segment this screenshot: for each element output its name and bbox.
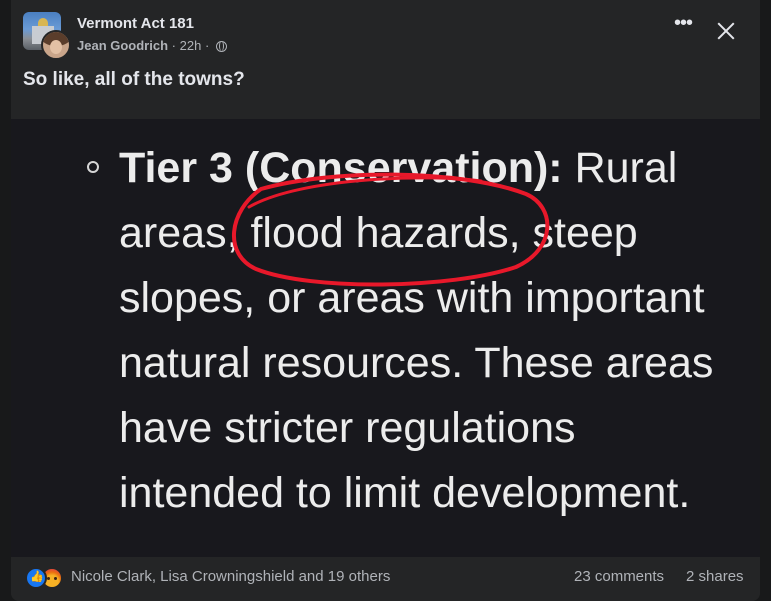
post-meta: Jean Goodrich · 22h · — [77, 38, 227, 53]
reaction-icons[interactable] — [25, 567, 73, 589]
slide-line-1-rest: Rural — [562, 144, 678, 192]
slide-text: Tier 3 (Conservation): Rural areas, floo… — [119, 136, 739, 526]
slide-line-1-bold: Tier 3 (Conservation): — [119, 144, 563, 192]
group-name-link[interactable]: Vermont Act 181 — [77, 15, 194, 32]
slide-line-3: slopes, or areas with important — [119, 274, 705, 322]
meta-separator-2: · — [204, 38, 210, 53]
post-time-link[interactable]: 22h — [180, 38, 202, 53]
avatar-group[interactable] — [23, 12, 71, 60]
meta-separator: · — [171, 38, 176, 53]
slide-line-1: Tier 3 (Conservation): Rural — [119, 136, 739, 201]
author-name-link[interactable]: Jean Goodrich — [77, 38, 168, 53]
shares-count[interactable]: 2 shares — [686, 568, 744, 585]
post-footer: Nicole Clark, Lisa Crowningshield and 19… — [11, 557, 760, 601]
page-background-edge — [760, 0, 771, 601]
slide-line-6: intended to limit development. — [119, 469, 691, 517]
like-icon — [25, 567, 47, 589]
post-header: Vermont Act 181 Jean Goodrich · 22h · — [23, 12, 760, 60]
bullet-circle — [87, 161, 99, 173]
post-card: Vermont Act 181 Jean Goodrich · 22h · ••… — [11, 0, 760, 601]
close-icon[interactable] — [715, 20, 737, 42]
slide-line-5: have stricter regulations — [119, 404, 576, 452]
slide-line-2: areas, flood hazards, steep — [119, 209, 638, 257]
more-options-icon[interactable]: ••• — [674, 13, 698, 33]
slide-line-4: natural resources. These areas — [119, 339, 714, 387]
author-avatar[interactable] — [41, 30, 71, 60]
reactors-summary[interactable]: Nicole Clark, Lisa Crowningshield and 19… — [71, 568, 390, 585]
post-text: So like, all of the towns? — [23, 69, 245, 90]
avatar-face — [50, 40, 62, 54]
post-image[interactable]: Tier 3 (Conservation): Rural areas, floo… — [11, 119, 760, 557]
globe-icon — [215, 41, 227, 52]
comments-count[interactable]: 23 comments — [574, 568, 664, 585]
